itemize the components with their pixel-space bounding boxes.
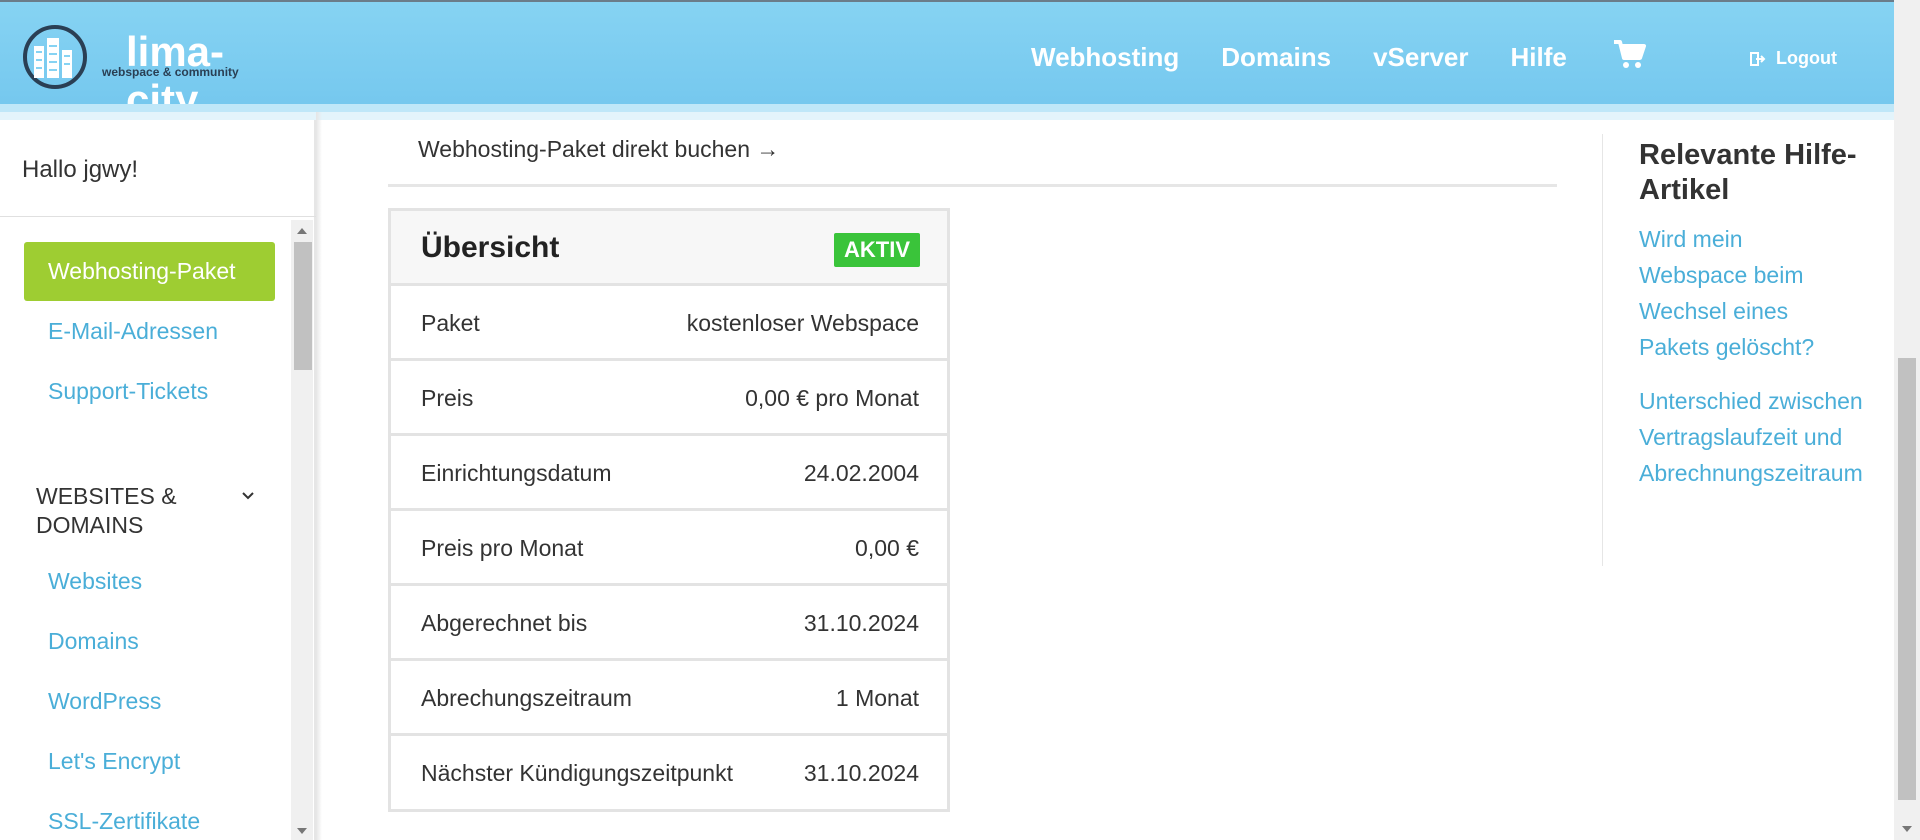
sidebar-menu: Webhosting-Paket E-Mail-Adressen Support… <box>0 220 316 840</box>
row-value: 24.02.2004 <box>803 460 919 486</box>
table-row: Abgerechnet bis 31.10.2024 <box>391 586 947 661</box>
scroll-down-icon[interactable] <box>1902 826 1912 832</box>
row-value: kostenloser Webspace <box>686 310 919 336</box>
site-logo[interactable]: lima-city webspace & community <box>22 24 272 123</box>
table-row: Abrechungszeitraum 1 Monat <box>391 661 947 736</box>
help-link-vertragslaufzeit[interactable]: Unterschied zwischen Vertragslaufzeit un… <box>1639 383 1879 491</box>
table-row: Nächster Kündigungszeitpunkt 31.10.2024 <box>391 736 947 811</box>
sidebar-item-email-adressen[interactable]: E-Mail-Adressen <box>24 302 275 361</box>
row-label: Preis pro Monat <box>421 535 584 561</box>
top-header: lima-city webspace & community Webhostin… <box>0 0 1920 123</box>
sidebar-scrollbar[interactable] <box>291 220 313 840</box>
sidebar-item-lets-encrypt[interactable]: Let's Encrypt <box>24 732 275 791</box>
nav-domains[interactable]: Domains <box>1221 42 1331 73</box>
row-label: Einrichtungsdatum <box>421 460 612 486</box>
sidebar-item-ssl-zertifikate[interactable]: SSL-Zertifikate <box>24 792 275 840</box>
logo-subtitle: webspace & community <box>102 65 239 79</box>
chevron-down-icon[interactable] <box>238 486 258 506</box>
help-divider <box>1602 134 1603 566</box>
sidebar-section-heading[interactable]: WEBSITES & DOMAINS <box>36 482 236 540</box>
content-divider <box>388 184 1557 187</box>
sidebar-divider <box>0 216 316 217</box>
row-label: Nächster Kündigungszeitpunkt <box>421 760 733 786</box>
logo-mark-icon <box>23 25 87 89</box>
row-label: Preis <box>421 385 474 411</box>
status-badge: AKTIV <box>834 233 920 267</box>
table-row: Preis 0,00 € pro Monat <box>391 361 947 436</box>
scroll-down-icon[interactable] <box>297 828 307 834</box>
row-value: 1 Monat <box>835 685 919 711</box>
row-value: 31.10.2024 <box>803 760 919 786</box>
scroll-up-icon[interactable] <box>297 228 307 234</box>
page-scrollbar[interactable] <box>1894 0 1920 840</box>
greeting-text: Hallo jgwy! <box>22 156 139 183</box>
help-link-paketwechsel[interactable]: Wird mein Webspace beim Wechsel eines Pa… <box>1639 221 1829 365</box>
cart-icon[interactable] <box>1612 38 1648 70</box>
book-package-link[interactable]: Webhosting-Paket direkt buchen → <box>418 136 779 163</box>
row-value: 0,00 € <box>855 535 919 561</box>
table-row: Einrichtungsdatum 24.02.2004 <box>391 436 947 511</box>
sidebar-item-webhosting-paket[interactable]: Webhosting-Paket <box>24 242 275 301</box>
row-label: Abgerechnet bis <box>421 610 588 636</box>
table-row: Preis pro Monat 0,00 € <box>391 511 947 586</box>
sidebar-item-support-tickets[interactable]: Support-Tickets <box>24 362 275 421</box>
sidebar-item-wordpress[interactable]: WordPress <box>24 672 275 731</box>
sidebar-item-domains[interactable]: Domains <box>24 612 275 671</box>
row-value: 0,00 € pro Monat <box>745 385 919 411</box>
sidebar-shadow <box>316 112 322 840</box>
main-nav: Webhosting Domains vServer Hilfe <box>1031 42 1609 73</box>
row-value: 31.10.2024 <box>803 610 919 636</box>
logout-button[interactable]: Logout <box>1750 48 1837 69</box>
sidebar: Hallo jgwy! Webhosting-Paket E-Mail-Adre… <box>0 120 316 840</box>
row-label: Paket <box>421 310 480 336</box>
nav-webhosting[interactable]: Webhosting <box>1031 42 1179 73</box>
overview-card-header: Übersicht AKTIV <box>391 211 947 286</box>
overview-card: Übersicht AKTIV Paket kostenloser Webspa… <box>388 208 950 812</box>
logout-label: Logout <box>1776 48 1837 68</box>
page-scroll-thumb[interactable] <box>1898 358 1916 800</box>
header-divider-light <box>0 112 1894 120</box>
header-divider <box>0 104 1894 112</box>
nav-hilfe[interactable]: Hilfe <box>1511 42 1567 73</box>
table-row: Paket kostenloser Webspace <box>391 286 947 361</box>
sidebar-scroll-thumb[interactable] <box>294 242 312 370</box>
logout-icon <box>1750 51 1766 66</box>
row-label: Abrechungszeitraum <box>421 685 632 711</box>
nav-vserver[interactable]: vServer <box>1373 42 1468 73</box>
sidebar-item-websites[interactable]: Websites <box>24 552 275 611</box>
help-title: Relevante Hilfe-Artikel <box>1639 139 1857 206</box>
overview-title: Übersicht <box>421 231 560 264</box>
